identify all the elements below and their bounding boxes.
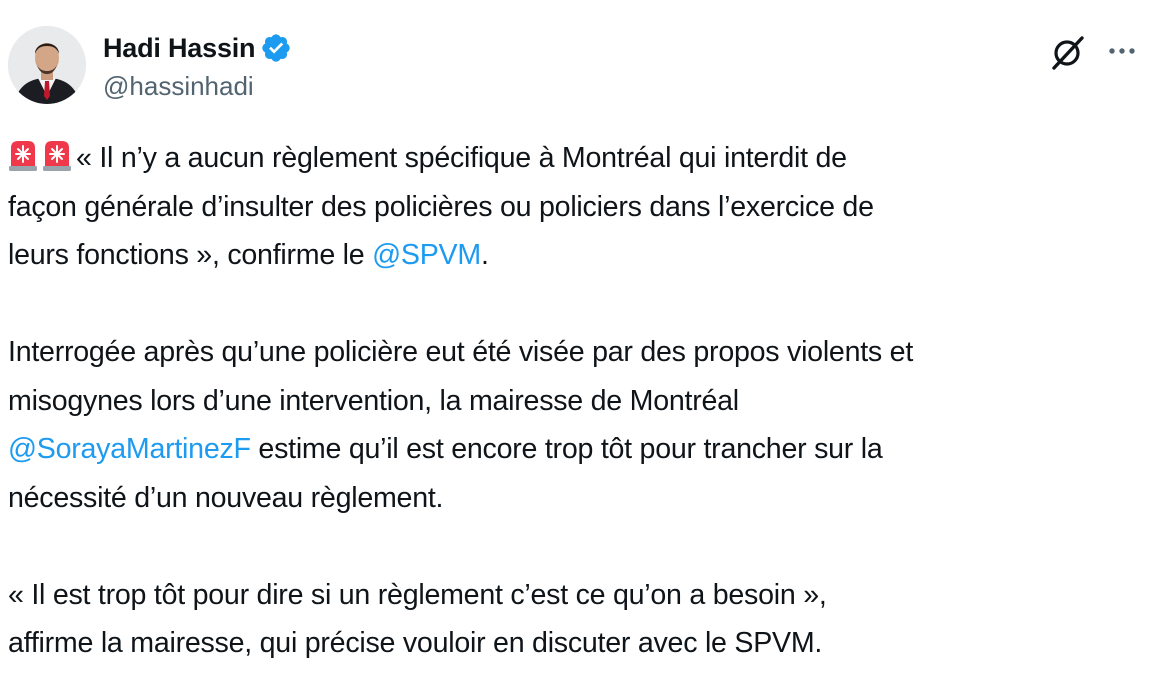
tweet-line: affirme la mairesse, qui précise vouloir… (8, 627, 823, 659)
tweet-text-segment: estime qu’il est encore trop tôt pour tr… (250, 433, 883, 465)
tweet-line: façon générale d’insulter des policières… (8, 190, 874, 223)
tweet-text: « Il n’y a aucun règlement spécifique à … (8, 134, 1148, 668)
avatar[interactable] (8, 26, 86, 104)
grok-icon[interactable] (1048, 32, 1088, 72)
tweet-header: Hadi Hassin @hassinhadi (8, 26, 1148, 108)
tweet-line: @SorayaMartinezF estime qu’il est encore… (8, 425, 1148, 474)
mention-link-spvm[interactable]: @SPVM (372, 239, 481, 271)
author-handle[interactable]: @hassinhadi (103, 71, 254, 102)
tweet-text-segment: leurs fonctions », confirme le (8, 239, 373, 271)
tweet-text-segment: . (480, 239, 489, 271)
author-line: Hadi Hassin (103, 30, 292, 66)
author-name[interactable]: Hadi Hassin (103, 33, 256, 64)
tweet-line: « Il n’y a aucun règlement spécifique à … (8, 134, 1148, 183)
mention-link-sorayamartinezf[interactable]: @SorayaMartinezF (8, 433, 251, 465)
tweet-line: nécessité d’un nouveau règlement. (8, 481, 444, 514)
tweet-line: misogynes lors d’une intervention, la ma… (8, 384, 739, 417)
tweet-line: Interrogée après qu’une policière eut ét… (8, 336, 914, 368)
police-car-light-icon (8, 138, 38, 172)
tweet-line: leurs fonctions », confirme le @SPVM. (8, 231, 1148, 280)
verified-badge-icon[interactable] (260, 32, 292, 64)
tweet-text-segment: « Il n’y a aucun règlement spécifique à … (76, 142, 847, 174)
police-car-light-icon (42, 138, 72, 172)
tweet-line: « Il est trop tôt pour dire si un règlem… (8, 578, 827, 611)
more-icon[interactable] (1102, 36, 1142, 66)
